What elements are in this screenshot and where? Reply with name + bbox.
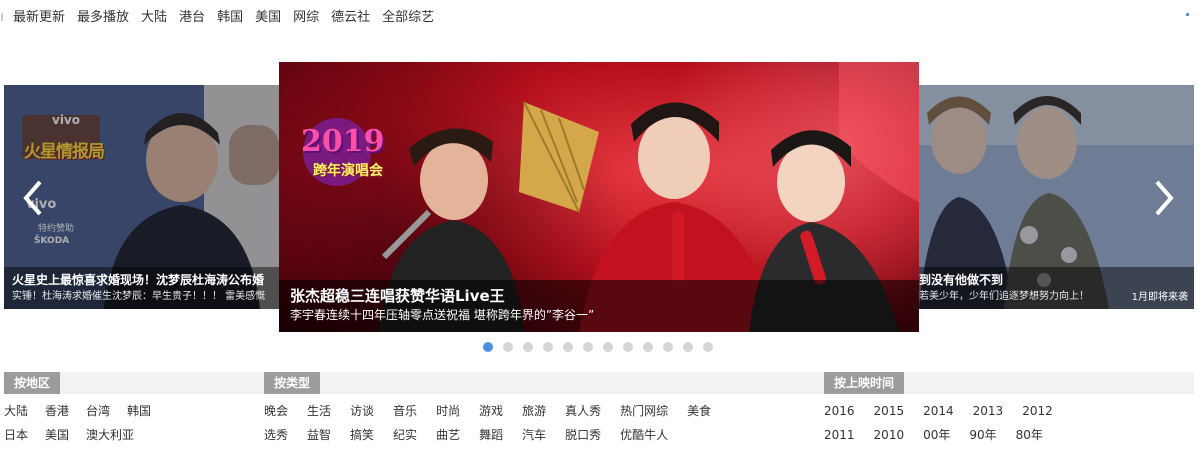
filter-region-title: 按地区 bbox=[4, 372, 61, 394]
filter-link[interactable]: 2016 bbox=[824, 402, 855, 420]
slide-left-subtitle: 实锤！杜海涛求婚催生沈梦辰：早生贵子！！！ 雷美感慨 bbox=[12, 291, 266, 302]
filter-time-row-2: 2011 2010 00年 90年 80年 bbox=[824, 426, 1043, 444]
nav-mainland[interactable]: 大陆 bbox=[141, 9, 167, 27]
carousel-dot[interactable] bbox=[483, 342, 493, 352]
carousel-dot[interactable] bbox=[503, 342, 513, 352]
filter-link[interactable]: 日本 bbox=[4, 426, 28, 444]
filter-link[interactable]: 澳大利亚 bbox=[86, 426, 134, 444]
nav-separator bbox=[1, 13, 3, 21]
slide-right-note: 1月即将来袭 bbox=[1131, 292, 1188, 303]
slide-right-title: 到没有他做不到 bbox=[919, 273, 1004, 287]
filter-link[interactable]: 80年 bbox=[1016, 426, 1043, 444]
filter-link[interactable]: 韩国 bbox=[127, 402, 151, 420]
nav-all-variety[interactable]: 全部综艺 bbox=[382, 9, 434, 27]
carousel-dot[interactable] bbox=[703, 342, 713, 352]
slide-main-subtitle: 李宇春连续十四年压轴零点送祝福 堪称跨年界的”李谷一” bbox=[290, 308, 595, 322]
carousel-dot[interactable] bbox=[623, 342, 633, 352]
filter-link[interactable]: 汽车 bbox=[522, 426, 546, 444]
nav-hk-tw[interactable]: 港台 bbox=[179, 9, 205, 27]
chevron-left-icon bbox=[23, 180, 42, 216]
filter-link[interactable]: 美食 bbox=[687, 402, 711, 420]
nav-korea[interactable]: 韩国 bbox=[217, 9, 243, 27]
carousel-dot[interactable] bbox=[603, 342, 613, 352]
nav-latest[interactable]: 最新更新 bbox=[13, 9, 65, 27]
filter-link[interactable]: 曲艺 bbox=[436, 426, 460, 444]
filter-link[interactable]: 时尚 bbox=[436, 402, 460, 420]
filter-link[interactable]: 2012 bbox=[1022, 402, 1053, 420]
nav-web-variety[interactable]: 网综 bbox=[293, 9, 319, 27]
filter-link[interactable]: 2015 bbox=[874, 402, 905, 420]
chevron-right-icon bbox=[1155, 180, 1174, 216]
carousel-dot[interactable] bbox=[663, 342, 673, 352]
filter-link[interactable]: 音乐 bbox=[393, 402, 417, 420]
filter-link[interactable]: 舞蹈 bbox=[479, 426, 503, 444]
banner-carousel: vivo 火星情报局 vivo 特约赞助 ŠKODA 火星史上最惊喜求婚现场！沈… bbox=[0, 62, 1200, 352]
filter-link[interactable]: 纪实 bbox=[393, 426, 417, 444]
filter-link[interactable]: 游戏 bbox=[479, 402, 503, 420]
filter-link[interactable]: 2013 bbox=[973, 402, 1004, 420]
filter-link[interactable]: 台湾 bbox=[86, 402, 110, 420]
carousel-prev-button[interactable] bbox=[22, 178, 44, 218]
filter-type-row-1: 晚会 生活 访谈 音乐 时尚 游戏 旅游 真人秀 热门网综 美食 bbox=[264, 402, 711, 420]
slide-main-title: 张杰超稳三连唱获赞华语Live王 bbox=[290, 287, 505, 305]
carousel-slide-main[interactable]: 2019 跨年演唱会 张杰超稳三连唱获赞华语Live王 李宇春连续十四年压轴零点… bbox=[279, 62, 919, 332]
filter-time-title: 按上映时间 bbox=[824, 372, 905, 394]
filter-link[interactable]: 大陆 bbox=[4, 402, 28, 420]
filter-time-row-1: 2016 2015 2014 2013 2012 bbox=[824, 402, 1053, 420]
nav-most-played[interactable]: 最多播放 bbox=[77, 9, 129, 27]
filter-link[interactable]: 搞笑 bbox=[350, 426, 374, 444]
filter-type-title: 按类型 bbox=[264, 372, 321, 394]
event-logo-text: 跨年演唱会 bbox=[313, 163, 383, 179]
filter-link[interactable]: 真人秀 bbox=[565, 402, 601, 420]
slide-left-title: 火星史上最惊喜求婚现场！沈梦辰杜海涛公布婚 bbox=[12, 273, 265, 287]
top-nav: 最新更新 最多播放 大陆 港台 韩国 美国 网综 德云社 全部综艺 bbox=[1, 9, 434, 27]
filter-link[interactable]: 2010 bbox=[874, 426, 905, 444]
filter-link[interactable]: 晚会 bbox=[264, 402, 288, 420]
filter-link[interactable]: 旅游 bbox=[522, 402, 546, 420]
nav-usa[interactable]: 美国 bbox=[255, 9, 281, 27]
filter-region-row-2: 日本 美国 澳大利亚 bbox=[4, 426, 134, 444]
filter-link[interactable]: 选秀 bbox=[264, 426, 288, 444]
filter-region-row-1: 大陆 香港 台湾 韩国 bbox=[4, 402, 151, 420]
filter-link[interactable]: 美国 bbox=[45, 426, 69, 444]
filter-link[interactable]: 优酷牛人 bbox=[620, 426, 668, 444]
carousel-dot[interactable] bbox=[683, 342, 693, 352]
carousel-pagination bbox=[483, 342, 713, 352]
filter-link[interactable]: 访谈 bbox=[350, 402, 374, 420]
filter-link[interactable]: 脱口秀 bbox=[565, 426, 601, 444]
slide-left-caption: 火星史上最惊喜求婚现场！沈梦辰杜海涛公布婚 实锤！杜海涛求婚催生沈梦辰：早生贵子… bbox=[4, 267, 280, 309]
filter-link[interactable]: 90年 bbox=[969, 426, 996, 444]
slide-main-caption: 张杰超稳三连唱获赞华语Live王 李宇春连续十四年压轴零点送祝福 堪称跨年界的”… bbox=[279, 280, 919, 332]
carousel-dot[interactable] bbox=[543, 342, 553, 352]
filter-link[interactable]: 2014 bbox=[923, 402, 954, 420]
filter-link[interactable]: 益智 bbox=[307, 426, 331, 444]
event-logo-year: 2019 bbox=[301, 124, 385, 159]
carousel-slide-left[interactable]: vivo 火星情报局 vivo 特约赞助 ŠKODA 火星史上最惊喜求婚现场！沈… bbox=[4, 85, 280, 309]
filter-link[interactable]: 2011 bbox=[824, 426, 855, 444]
carousel-dot[interactable] bbox=[523, 342, 533, 352]
filter-link[interactable]: 00年 bbox=[923, 426, 950, 444]
filter-bar bbox=[4, 372, 1194, 394]
filter-link[interactable]: 热门网综 bbox=[620, 402, 668, 420]
filter-link[interactable]: 香港 bbox=[45, 402, 69, 420]
filter-type-row-2: 选秀 益智 搞笑 纪实 曲艺 舞蹈 汽车 脱口秀 优酷牛人 bbox=[264, 426, 668, 444]
filter-link[interactable]: 生活 bbox=[307, 402, 331, 420]
carousel-next-button[interactable] bbox=[1153, 178, 1175, 218]
carousel-dot[interactable] bbox=[643, 342, 653, 352]
carousel-dot[interactable] bbox=[583, 342, 593, 352]
status-dot bbox=[1186, 13, 1189, 16]
nav-deyunshe[interactable]: 德云社 bbox=[331, 9, 370, 27]
carousel-dot[interactable] bbox=[563, 342, 573, 352]
